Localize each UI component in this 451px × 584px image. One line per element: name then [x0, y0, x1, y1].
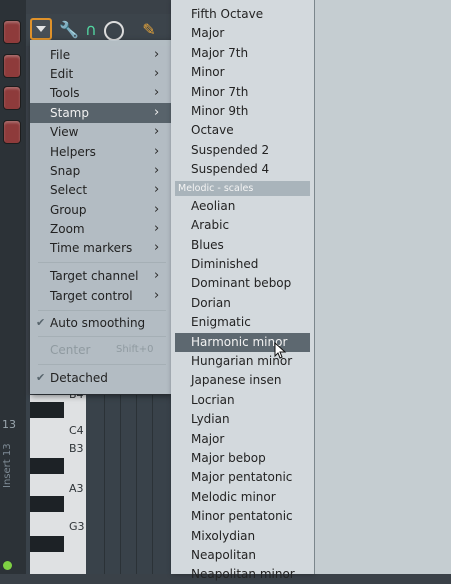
menu-item-auto-smoothing[interactable]: ✔ Auto smoothing [30, 313, 171, 333]
grid-line [104, 395, 105, 574]
dropdown-arrow-icon[interactable] [30, 18, 52, 40]
key-label: A3 [69, 482, 84, 495]
grid-line [152, 395, 153, 574]
menu-item-target-control[interactable]: Target control › [30, 286, 171, 306]
chevron-right-icon: › [154, 288, 160, 303]
circle-icon[interactable] [104, 21, 124, 41]
chevron-right-icon: › [154, 163, 160, 178]
right-panel [314, 0, 451, 574]
chevron-right-icon: › [154, 85, 160, 100]
stamp-item-minor-7th[interactable]: Minor 7th [171, 83, 314, 102]
stamp-item-minor-9th[interactable]: Minor 9th [171, 102, 314, 121]
menu-item-time-markers[interactable]: Time markers › [30, 238, 171, 258]
menu-item-detached[interactable]: ✔ Detached [30, 368, 171, 388]
stamp-item-harmonic-minor[interactable]: Harmonic minor [175, 333, 310, 352]
insert-number: 13 [2, 418, 16, 431]
menu-item-view[interactable]: View › [30, 122, 171, 142]
menu-item-zoom[interactable]: Zoom › [30, 219, 171, 239]
stamp-item-scale[interactable]: Lydian [171, 410, 314, 429]
stamp-item-scale[interactable]: Enigmatic [171, 313, 314, 332]
checkmark-icon: ✔ [36, 371, 46, 384]
pencil-icon[interactable]: ✎ [138, 18, 160, 40]
channel-knob[interactable] [3, 86, 21, 110]
piano-roll-context-menu: File › Edit › Tools › Stamp › View › Helpers ›… [30, 40, 171, 394]
stamp-item-scale[interactable]: Diminished [171, 255, 314, 274]
stamp-item-scale[interactable]: Major pentatonic [171, 468, 314, 487]
stamp-item-major-7th[interactable]: Major 7th [171, 44, 314, 63]
chevron-right-icon: › [154, 240, 160, 255]
stamp-item-scale[interactable]: Locrian [171, 391, 314, 410]
key-label: G3 [69, 520, 85, 533]
menu-item-file[interactable]: File › [30, 45, 171, 65]
menu-separator [38, 262, 166, 263]
key-label: C4 [69, 424, 84, 437]
menu-item-stamp[interactable]: Stamp › [30, 103, 171, 123]
chevron-right-icon: › [154, 221, 160, 236]
black-key[interactable] [30, 458, 64, 474]
stamp-item-scale[interactable]: Major bebop [171, 449, 314, 468]
chevron-right-icon: › [154, 202, 160, 217]
chevron-right-icon: › [154, 268, 160, 283]
black-key[interactable] [30, 402, 64, 418]
stamp-item-minor[interactable]: Minor [171, 63, 314, 82]
stamp-item-octave[interactable]: Octave [171, 121, 314, 140]
stamp-item-scale[interactable]: Major [171, 430, 314, 449]
wrench-icon[interactable]: 🔧 [58, 18, 80, 40]
chevron-right-icon: › [154, 105, 160, 120]
stamp-item-scale[interactable]: Dorian [171, 294, 314, 313]
menu-separator [38, 310, 166, 311]
chevron-right-icon: › [154, 144, 160, 159]
magnet-icon[interactable]: ∩ [80, 18, 102, 40]
channel-knob[interactable] [3, 54, 21, 78]
menu-item-snap[interactable]: Snap › [30, 161, 171, 181]
chevron-right-icon: › [154, 47, 160, 62]
insert-tag [0, 416, 26, 574]
stamp-item-scale[interactable]: Dominant bebop [171, 274, 314, 293]
stamp-item-fifth-octave[interactable]: Fifth Octave [171, 5, 314, 24]
stamp-item-scale[interactable]: Aeolian [171, 197, 314, 216]
stamp-item-scale[interactable]: Minor pentatonic [171, 507, 314, 526]
stamp-item-scale[interactable]: Hungarian minor [171, 352, 314, 371]
chevron-right-icon: › [154, 124, 160, 139]
mouse-cursor-icon [274, 342, 287, 359]
menu-item-center[interactable]: Center Shift+0 [30, 340, 171, 360]
stamp-item-major[interactable]: Major [171, 24, 314, 43]
status-indicator [3, 561, 12, 570]
stamp-item-suspended-4[interactable]: Suspended 4 [171, 160, 314, 179]
menu-item-target-channel[interactable]: Target channel › [30, 266, 171, 286]
chevron-right-icon: › [154, 182, 160, 197]
stamp-item-scale[interactable]: Neapolitan minor [171, 565, 314, 584]
menu-item-edit[interactable]: Edit › [30, 64, 171, 84]
stamp-item-scale[interactable]: Mixolydian [171, 527, 314, 546]
menu-item-helpers[interactable]: Helpers › [30, 142, 171, 162]
grid-line [120, 395, 121, 574]
stamp-submenu: Fifth Octave Major Major 7th Minor Minor… [171, 0, 314, 581]
channel-knob[interactable] [3, 20, 21, 44]
checkmark-icon: ✔ [36, 316, 46, 329]
grid-line [136, 395, 137, 574]
stamp-item-scale[interactable]: Japanese insen [171, 371, 314, 390]
black-key[interactable] [30, 536, 64, 552]
stamp-item-scale[interactable]: Melodic minor [171, 488, 314, 507]
menu-item-tools[interactable]: Tools › [30, 83, 171, 103]
menu-separator [38, 336, 166, 337]
chevron-right-icon: › [154, 66, 160, 81]
menu-item-select[interactable]: Select › [30, 180, 171, 200]
black-key[interactable] [30, 496, 64, 512]
shortcut-label: Shift+0 [116, 344, 154, 355]
stamp-item-scale[interactable]: Arabic [171, 216, 314, 235]
channel-knob[interactable] [3, 120, 21, 144]
menu-item-group[interactable]: Group › [30, 200, 171, 220]
menu-separator [38, 364, 166, 365]
stamp-item-scale[interactable]: Blues [171, 236, 314, 255]
stamp-item-scale[interactable]: Neapolitan [171, 546, 314, 565]
key-label: B3 [69, 442, 84, 455]
insert-label: Insert 13 [2, 443, 13, 488]
stamp-item-suspended-2[interactable]: Suspended 2 [171, 141, 314, 160]
section-header: Melodic - scales [175, 181, 310, 196]
